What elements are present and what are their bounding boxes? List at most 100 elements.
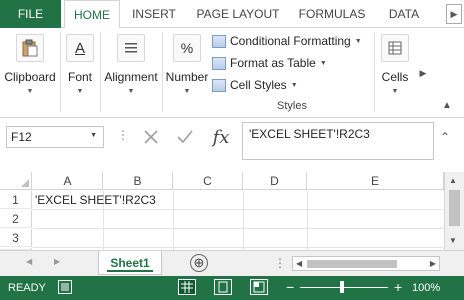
chevron-down-icon: ▼: [290, 81, 298, 89]
horizontal-scrollbar[interactable]: ◀ ▶: [292, 256, 440, 271]
add-sheet-icon[interactable]: ⊕: [190, 254, 208, 272]
font-button[interactable]: A Font ▼: [62, 30, 98, 114]
chevron-down-icon: ▼: [354, 37, 362, 45]
name-box[interactable]: F12 ▼: [6, 126, 104, 148]
row-header-1[interactable]: 1: [0, 191, 32, 209]
tab-insert[interactable]: INSERT: [124, 0, 184, 28]
cancel-icon[interactable]: [138, 126, 164, 148]
zoom-in-button[interactable]: +: [394, 279, 402, 295]
tab-formulas[interactable]: FORMULAS: [292, 0, 372, 28]
grid-line: [33, 247, 443, 248]
alignment-label: Alignment: [104, 70, 158, 84]
formula-bar: F12 ▼ ⋮ fx 'EXCEL SHEET'!R2C3 ⌃: [0, 118, 464, 162]
scroll-down-icon[interactable]: ▼: [449, 236, 457, 245]
cells-label: Cells: [381, 70, 409, 84]
worksheet-grid: A B C D E 1 2 3 4 'EXCEL SHEET'!R2C3 ▲ ▼: [0, 172, 464, 251]
conditional-formatting-button[interactable]: Conditional Formatting ▼: [212, 30, 374, 52]
conditional-formatting-label: Conditional Formatting: [230, 34, 351, 48]
select-all-button[interactable]: [0, 172, 32, 190]
sheet-next-icon[interactable]: ▶: [54, 257, 60, 266]
clipboard-icon: [16, 34, 44, 62]
zoom-level[interactable]: 100%: [412, 282, 440, 294]
chevron-down-icon: ▼: [319, 59, 327, 67]
format-as-table-icon: [212, 56, 226, 70]
ribbon-divider: [374, 32, 375, 112]
column-header-e[interactable]: E: [307, 172, 444, 190]
zoom-out-button[interactable]: −: [286, 279, 294, 295]
zoom-slider-thumb[interactable]: [340, 281, 344, 293]
conditional-formatting-icon: [212, 34, 226, 48]
ribbon-divider: [60, 32, 61, 112]
normal-view-icon[interactable]: [178, 279, 196, 295]
grid-line: [243, 191, 244, 251]
row-header-3[interactable]: 3: [0, 229, 32, 247]
column-header-a[interactable]: A: [33, 172, 103, 190]
cells-icon: [381, 34, 409, 62]
vertical-scrollbar[interactable]: ▲ ▼: [444, 172, 464, 250]
cell-styles-icon: [212, 78, 226, 92]
chevron-down-icon: ▼: [183, 88, 191, 95]
chevron-down-icon: ▼: [26, 88, 34, 95]
alignment-button[interactable]: Alignment ▼: [102, 30, 160, 114]
format-as-table-label: Format as Table: [230, 56, 316, 70]
insert-function-icon[interactable]: fx: [206, 126, 236, 148]
ribbon-tab-bar: FILE HOME INSERT PAGE LAYOUT FORMULAS DA…: [0, 0, 464, 29]
page-layout-view-icon[interactable]: [214, 279, 232, 295]
ribbon-home: Clipboard ▼ A Font ▼ Alignment ▼ % Numbe…: [0, 28, 464, 118]
tab-page-layout[interactable]: PAGE LAYOUT: [190, 0, 286, 28]
styles-group-label: Styles: [277, 100, 307, 112]
tab-data[interactable]: DATA: [378, 0, 430, 28]
chevron-down-icon: ▼: [76, 88, 84, 95]
scroll-thumb[interactable]: [307, 260, 397, 268]
grid-line: [33, 209, 443, 210]
collapse-ribbon-icon[interactable]: ▲: [442, 100, 452, 111]
sheet-tab-bar: ◀ ▶ Sheet1 ⊕ ⋮ ◀ ▶: [0, 250, 464, 276]
column-header-d[interactable]: D: [243, 172, 307, 190]
sheet-tab-sheet1[interactable]: Sheet1: [98, 251, 162, 275]
formula-bar-grip-icon[interactable]: ⋮: [117, 128, 129, 142]
name-box-value: F12: [11, 130, 32, 144]
row-header-2[interactable]: 2: [0, 210, 32, 228]
cell-styles-label: Cell Styles: [230, 78, 287, 92]
clipboard-label: Clipboard: [4, 70, 56, 84]
styles-group: Conditional Formatting ▼ Format as Table…: [212, 30, 374, 96]
cell-a1[interactable]: 'EXCEL SHEET'!R2C3: [35, 191, 156, 209]
expand-formula-bar-icon[interactable]: ⌃: [440, 130, 450, 144]
scroll-left-icon[interactable]: ◀: [296, 259, 302, 268]
tab-splitter-icon[interactable]: ⋮: [274, 256, 286, 270]
font-label: Font: [67, 70, 92, 84]
zoom-slider[interactable]: [300, 287, 388, 288]
ribbon-scroll-right-icon[interactable]: ▶: [416, 66, 430, 80]
ribbon-divider: [162, 32, 163, 112]
number-label: Number: [165, 70, 209, 84]
tab-scroll-right-icon[interactable]: ▶: [446, 4, 462, 24]
column-header-b[interactable]: B: [103, 172, 173, 190]
chevron-down-icon: ▼: [391, 88, 399, 95]
align-icon: [117, 34, 145, 62]
column-header-c[interactable]: C: [173, 172, 243, 190]
percent-icon: %: [173, 34, 201, 62]
format-as-table-button[interactable]: Format as Table ▼: [212, 52, 374, 74]
tab-home[interactable]: HOME: [64, 0, 120, 29]
enter-icon[interactable]: [172, 126, 198, 148]
clipboard-button[interactable]: Clipboard ▼: [2, 30, 58, 114]
cell-styles-button[interactable]: Cell Styles ▼: [212, 74, 374, 96]
sheet-prev-icon[interactable]: ◀: [26, 257, 32, 266]
ribbon-divider: [100, 32, 101, 112]
font-icon: A: [66, 34, 94, 62]
macro-record-icon[interactable]: [58, 280, 72, 294]
grid-line: [307, 191, 308, 251]
chevron-down-icon: ▼: [90, 132, 97, 139]
scroll-up-icon[interactable]: ▲: [449, 176, 457, 185]
page-break-view-icon[interactable]: [250, 279, 268, 295]
grid-line: [173, 191, 174, 251]
status-mode: READY: [8, 282, 46, 294]
status-bar: READY − + 100%: [0, 276, 464, 300]
scroll-right-icon[interactable]: ▶: [430, 259, 436, 268]
cells-button[interactable]: Cells ▼: [376, 30, 414, 114]
formula-input[interactable]: 'EXCEL SHEET'!R2C3: [242, 122, 434, 160]
scroll-thumb[interactable]: [449, 190, 460, 226]
tab-file[interactable]: FILE: [0, 0, 61, 28]
chevron-down-icon: ▼: [127, 88, 135, 95]
number-button[interactable]: % Number ▼: [164, 30, 210, 114]
